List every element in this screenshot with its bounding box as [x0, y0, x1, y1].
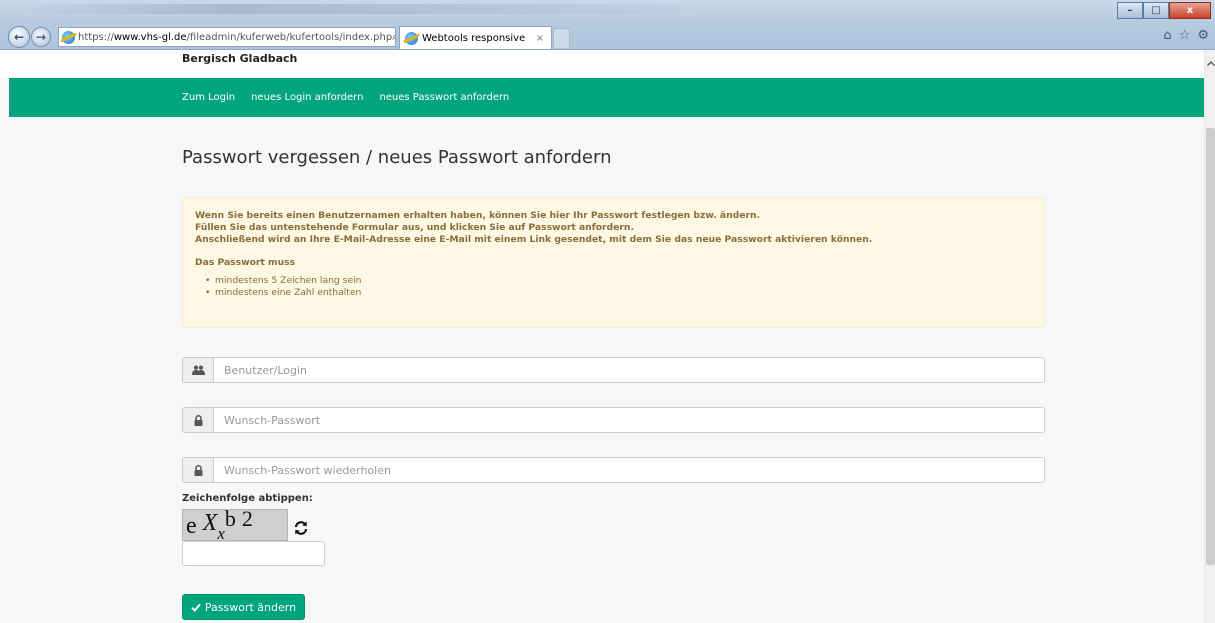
search-icon[interactable]: ⌕ [392, 30, 395, 44]
forward-arrow-icon: → [35, 30, 47, 44]
site-header: Bergisch Gladbach [0, 50, 1204, 78]
page-scrollbar[interactable] [1204, 50, 1215, 623]
captcha-image: e Xxb 2 [182, 509, 288, 541]
minimize-button[interactable]: – [1117, 2, 1143, 19]
requirement-item: mindestens eine Zahl enthalten [205, 287, 1032, 299]
password-input-group [182, 407, 1045, 433]
password-requirements-title: Das Passwort muss [195, 257, 296, 269]
window-controls: – □ x [1117, 2, 1211, 19]
main-navigation: Zum Login neues Login anfordern neues Pa… [9, 78, 1204, 117]
username-input[interactable] [213, 357, 1045, 383]
change-password-label: Passwort ändern [204, 600, 297, 614]
captcha-char: 2 [241, 509, 253, 531]
lock-icon [182, 407, 213, 433]
tab-title: Webtools responsive [422, 32, 526, 44]
scrollbar-thumb[interactable] [1206, 128, 1215, 565]
info-alert: Wenn Sie bereits einen Benutzernamen erh… [182, 197, 1045, 328]
back-arrow-icon: ← [13, 30, 25, 44]
address-bar[interactable]: https://www.vhs-gl.de/fileadmin/kuferweb… [58, 27, 396, 47]
password-input[interactable] [213, 407, 1045, 433]
user-input-group [182, 357, 1045, 383]
alert-line-1: Wenn Sie bereits einen Benutzernamen erh… [195, 210, 761, 221]
site-name: Bergisch Gladbach [182, 52, 298, 65]
password-repeat-input-group [182, 457, 1045, 483]
window-title-blurred [10, 4, 730, 14]
captcha-char: x [217, 524, 225, 541]
forward-button[interactable]: → [31, 27, 51, 47]
close-window-button[interactable]: x [1169, 2, 1211, 19]
refresh-captcha-icon[interactable] [292, 519, 310, 537]
users-icon [182, 357, 213, 383]
browser-toolbar-right: ⌂ ☆ ⚙ [1163, 28, 1209, 43]
ie-page-icon [62, 30, 75, 44]
scroll-up-arrow-icon[interactable] [1205, 58, 1215, 69]
url-protocol: https:// [78, 31, 114, 43]
address-bar-tools: ⌕ ▾ 🔒 ↻ [392, 30, 395, 44]
new-tab-button[interactable] [553, 28, 570, 48]
nav-link-new-login[interactable]: neues Login anfordern [251, 92, 363, 103]
tools-gear-icon[interactable]: ⚙ [1197, 28, 1209, 43]
page-title: Passwort vergessen / neues Passwort anfo… [182, 147, 612, 168]
captcha-label: Zeichenfolge abtippen: [182, 493, 313, 504]
password-requirements-list: mindestens 5 Zeichen lang sein mindesten… [195, 275, 1032, 299]
captcha-char: e [186, 513, 197, 539]
alert-line-3: Anschließend wird an Ihre E-Mail-Adresse… [195, 233, 873, 245]
password-repeat-input[interactable] [213, 457, 1045, 483]
check-icon [191, 603, 201, 612]
requirement-item: mindestens 5 Zeichen lang sein [205, 275, 1032, 287]
alert-line-2: Füllen Sie das untenstehende Formular au… [195, 221, 634, 233]
nav-link-login[interactable]: Zum Login [182, 92, 235, 103]
captcha-char: X [202, 510, 218, 536]
url-domain: www.vhs-gl.de [113, 31, 187, 43]
lock-icon [182, 457, 213, 483]
web-page: Bergisch Gladbach Zum Login neues Login … [0, 50, 1204, 623]
captcha-input[interactable] [182, 541, 325, 566]
browser-titlebar: – □ x ← → https://www.vhs-gl.de/fileadmi… [0, 0, 1215, 50]
back-button[interactable]: ← [8, 26, 30, 48]
home-icon[interactable]: ⌂ [1163, 28, 1171, 43]
nav-link-new-password[interactable]: neues Passwort anfordern [379, 92, 509, 103]
captcha-char: b [224, 509, 236, 531]
ie-tab-icon [405, 31, 418, 45]
favorites-star-icon[interactable]: ☆ [1179, 28, 1191, 43]
url-path: /fileadmin/kuferweb/kufertools/index.php [186, 31, 393, 43]
tab-close-icon[interactable]: × [536, 33, 544, 44]
main-content: Passwort vergessen / neues Passwort anfo… [9, 117, 1204, 623]
change-password-button[interactable]: Passwort ändern [182, 594, 305, 620]
browser-tab-active[interactable]: Webtools responsive × [399, 26, 552, 49]
maximize-button[interactable]: □ [1143, 2, 1169, 19]
